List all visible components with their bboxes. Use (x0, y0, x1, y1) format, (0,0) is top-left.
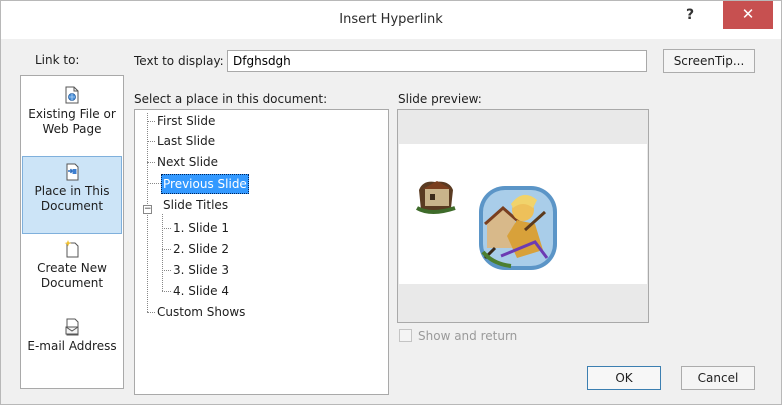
slide-clipart-image (416, 181, 557, 270)
tree-connector (147, 312, 155, 313)
tree-item-slide-titles[interactable]: Slide Titles (163, 196, 228, 216)
link-to-label: Link to: (35, 53, 80, 67)
link-to-panel: Existing File or Web Page Place in This … (20, 75, 124, 389)
insert-hyperlink-dialog: Insert Hyperlink ? ✕ Link to: Existing F… (0, 0, 782, 405)
link-email-address[interactable]: E-mail Address (22, 312, 122, 390)
link-create-new-document[interactable]: Create New Document (22, 234, 122, 312)
link-existing-file-label: Existing File or Web Page (28, 107, 116, 136)
tree-connector (147, 121, 155, 122)
tree-connector (162, 291, 171, 292)
link-place-in-document-label: Place in This Document (34, 184, 110, 213)
select-place-label: Select a place in this document: (134, 92, 328, 106)
tree-item-next-slide[interactable]: Next Slide (157, 153, 218, 173)
globe-file-icon (65, 86, 79, 104)
show-and-return-checkbox[interactable] (399, 329, 412, 342)
document-place-icon (66, 163, 79, 181)
tree-connector-sub (162, 214, 163, 291)
dialog-title: Insert Hyperlink (339, 12, 443, 27)
text-to-display-input[interactable] (227, 50, 647, 72)
link-place-in-document[interactable]: Place in This Document (22, 156, 122, 234)
tree-item-first-slide[interactable]: First Slide (157, 112, 215, 132)
title-bar: Insert Hyperlink ? ✕ (1, 1, 781, 39)
place-tree: − First Slide Last Slide Next Slide Prev… (134, 109, 389, 395)
tree-connector (162, 270, 171, 271)
link-create-new-document-label: Create New Document (37, 261, 107, 290)
help-button[interactable]: ? (679, 5, 701, 25)
tree-item-slide-2[interactable]: 2. Slide 2 (173, 240, 229, 260)
tree-connector (162, 249, 171, 250)
collapse-icon[interactable]: − (143, 205, 152, 214)
slide-preview (397, 109, 649, 323)
new-document-icon (64, 240, 79, 258)
link-existing-file[interactable]: Existing File or Web Page (22, 80, 122, 158)
slide-preview-label: Slide preview: (398, 92, 482, 106)
close-button[interactable]: ✕ (723, 1, 773, 29)
tree-connector (147, 162, 155, 163)
tree-connector (147, 141, 155, 142)
text-to-display-label: Text to display: (134, 54, 224, 68)
tree-item-custom-shows[interactable]: Custom Shows (157, 303, 245, 323)
tree-connector (162, 228, 171, 229)
show-and-return-label: Show and return (418, 329, 518, 343)
slide-thumbnail (399, 144, 647, 284)
tree-item-slide-3[interactable]: 3. Slide 3 (173, 261, 229, 281)
link-email-address-label: E-mail Address (27, 339, 117, 353)
ok-button[interactable]: OK (587, 366, 661, 390)
tree-item-previous-slide[interactable]: Previous Slide (161, 174, 249, 194)
tree-connector (147, 183, 161, 184)
screentip-button[interactable]: ScreenTip... (663, 49, 755, 73)
cancel-button[interactable]: Cancel (681, 366, 755, 390)
tree-item-last-slide[interactable]: Last Slide (157, 132, 215, 152)
tree-item-slide-4[interactable]: 4. Slide 4 (173, 282, 229, 302)
show-and-return-option[interactable]: Show and return (399, 329, 517, 343)
tree-item-slide-1[interactable]: 1. Slide 1 (173, 219, 229, 239)
email-icon (65, 318, 79, 336)
